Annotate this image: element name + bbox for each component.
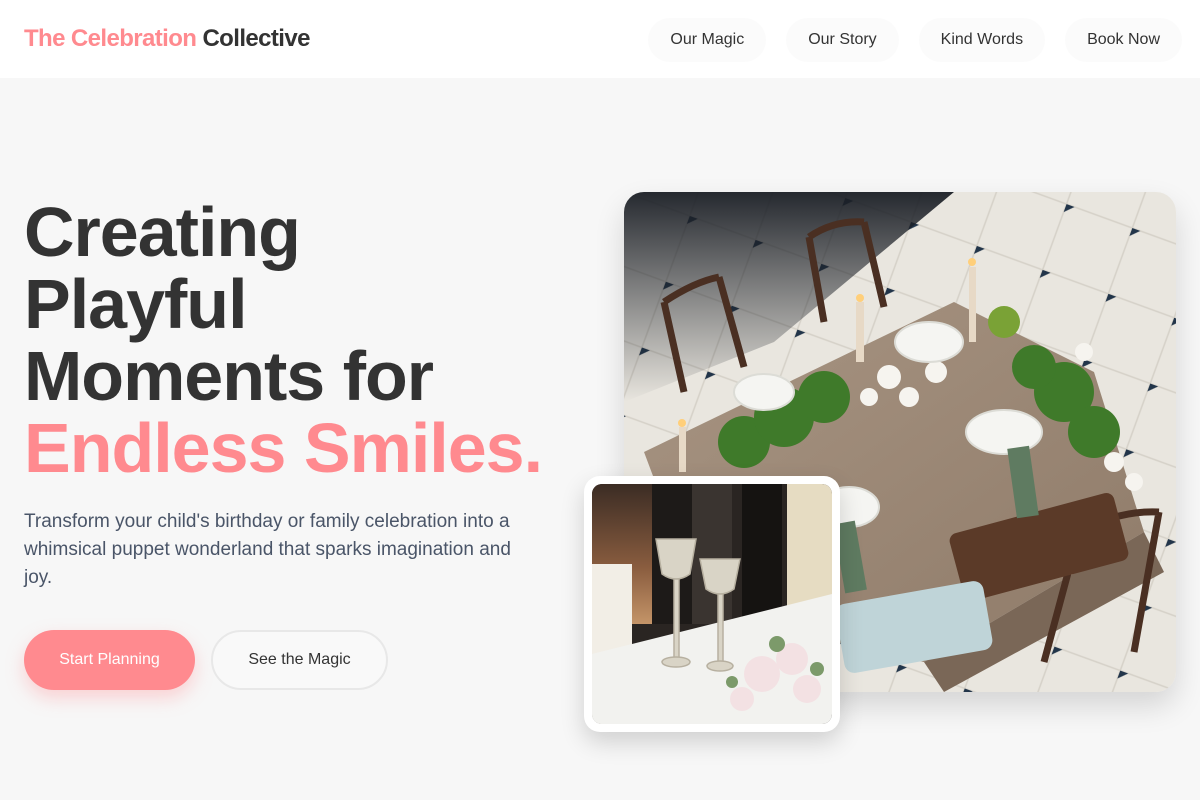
hero-title-line: Moments for: [24, 337, 434, 415]
main-nav: Our Magic Our Story Kind Words Book Now: [648, 18, 1182, 62]
nav-link-our-story[interactable]: Our Story: [786, 18, 899, 62]
hero-subtitle: Transform your child's birthday or famil…: [24, 511, 511, 588]
glassware-image: [592, 484, 832, 724]
brand-name-accent: The Celebration: [24, 25, 197, 52]
nav-link-our-magic[interactable]: Our Magic: [648, 18, 767, 62]
nav-link-book-now[interactable]: Book Now: [1065, 18, 1182, 62]
hero-title: Creating Playful Moments for Endless Smi…: [24, 193, 543, 487]
site-header: The Celebration Collective Our Magic Our…: [0, 0, 1200, 78]
hero-secondary-photo: [584, 476, 840, 732]
hero-title-line: Creating: [24, 193, 301, 271]
brand-name-main: Collective: [202, 25, 310, 52]
brand-logo[interactable]: The Celebration Collective: [24, 25, 310, 53]
start-planning-button[interactable]: Start Planning: [24, 630, 195, 690]
hero-title-accent: Endless Smiles.: [24, 409, 543, 487]
see-the-magic-button[interactable]: See the Magic: [211, 630, 388, 690]
nav-link-kind-words[interactable]: Kind Words: [918, 18, 1046, 62]
hero-title-line: Playful: [24, 265, 248, 343]
